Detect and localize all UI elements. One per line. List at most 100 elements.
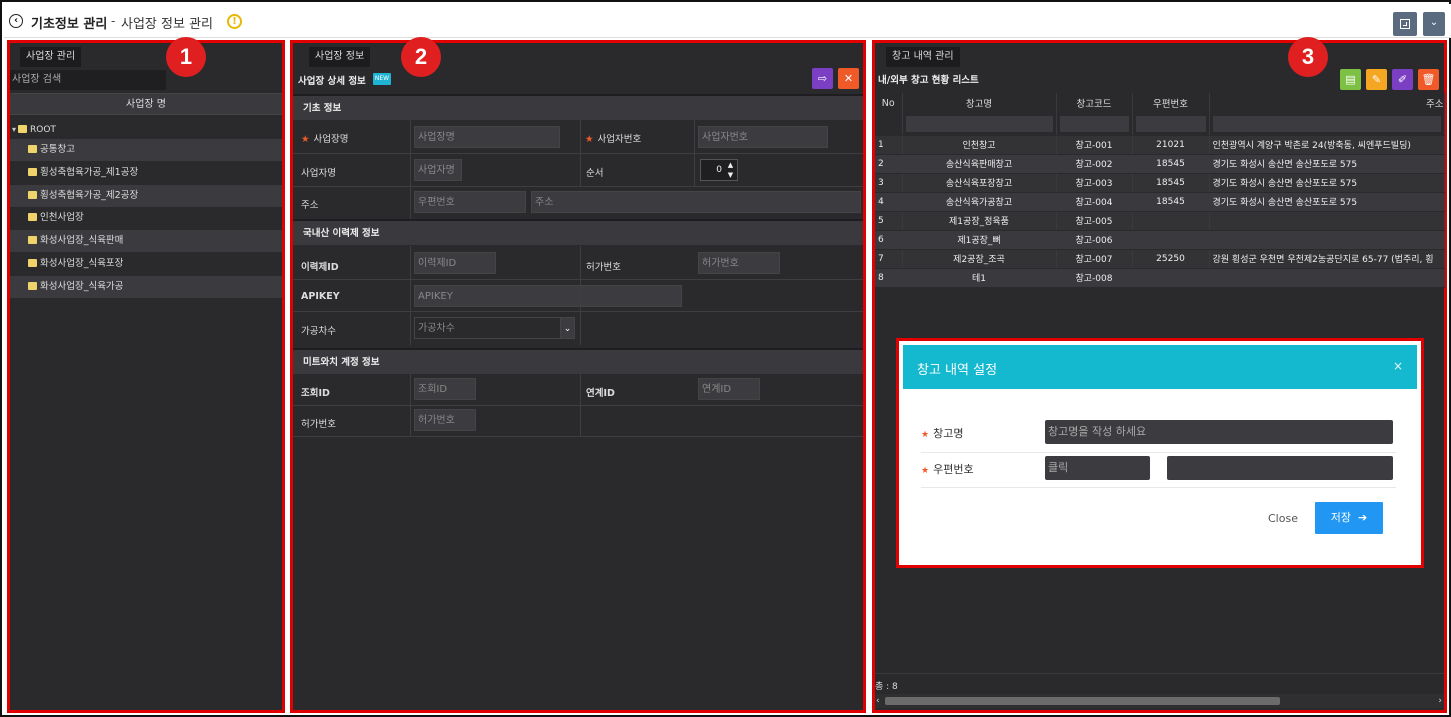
col-header-zip[interactable]: 우편번호 bbox=[1132, 93, 1210, 113]
tree-item[interactable]: 화성사업장_식육판매 bbox=[10, 230, 282, 252]
query-id-input[interactable]: 조회ID bbox=[414, 378, 476, 400]
table-row[interactable]: 2 송산식육판매창고 창고-002 18545 경기도 화성시 송산면 송산포도로 57… bbox=[875, 154, 1445, 174]
col-header-address[interactable]: 주소 bbox=[1209, 93, 1445, 113]
permit-input[interactable]: 허가번호 bbox=[698, 252, 780, 274]
chevron-down-button[interactable]: ⌄ bbox=[1423, 12, 1445, 36]
filter-input[interactable] bbox=[1212, 115, 1441, 132]
delete-button[interactable]: 🗑 bbox=[1418, 69, 1439, 90]
clear-detail-button[interactable]: ✕ bbox=[838, 68, 859, 89]
filter-input[interactable] bbox=[1059, 115, 1129, 132]
trace-id-input[interactable]: 이력제ID bbox=[414, 252, 496, 274]
clear-icon: ✕ bbox=[843, 72, 854, 85]
business-site-search-input[interactable]: 사업장 검색 bbox=[10, 70, 166, 90]
filter-cell bbox=[875, 113, 903, 136]
table-row[interactable]: 1 인천창고 창고-001 21021 인천광역시 계양구 박촌로 24(방축동, 씨엔… bbox=[875, 135, 1445, 155]
row-count: 총 : 8 bbox=[875, 682, 898, 692]
tree-root[interactable]: ▾ ROOT bbox=[12, 123, 56, 137]
processor-label: 가공차수 bbox=[301, 326, 336, 337]
col-header-code[interactable]: 창고코드 bbox=[1056, 93, 1133, 113]
apikey-input[interactable]: APIKEY bbox=[414, 285, 682, 307]
table-row[interactable]: 7 제2공장_조곡 창고-007 25250 강원 횡성군 우천면 우천제2농공단지로 … bbox=[875, 249, 1445, 269]
close-icon[interactable]: × bbox=[1393, 359, 1403, 373]
zip-code-input[interactable]: 클릭 bbox=[1045, 456, 1150, 480]
column-divider bbox=[410, 120, 411, 219]
cell-code: 창고-008 bbox=[1056, 268, 1133, 288]
cell-address bbox=[1209, 211, 1445, 231]
cell-code: 창고-005 bbox=[1056, 211, 1133, 231]
tree-item[interactable]: 인천사업장 bbox=[10, 207, 282, 229]
biz-no-input[interactable]: 사업자번호 bbox=[698, 126, 828, 148]
table-row[interactable]: 6 제1공장_뼈 창고-006 bbox=[875, 230, 1445, 250]
save-detail-button[interactable]: ⇨ bbox=[812, 68, 833, 89]
cell-no: 8 bbox=[875, 268, 903, 288]
section-basic-info: 기초 정보 bbox=[293, 94, 863, 120]
tree-item[interactable]: 공통창고 bbox=[10, 139, 282, 161]
tree-item[interactable]: 횡성축협육가공_제1공장 bbox=[10, 162, 282, 184]
arrow-right-icon: ➔ bbox=[1358, 511, 1368, 524]
spin-up-icon[interactable]: ▲ bbox=[725, 160, 736, 170]
biz-type-input[interactable]: 사업자명 bbox=[414, 159, 462, 181]
tree-item[interactable]: 횡성축협육가공_제2공장 bbox=[10, 185, 282, 207]
folder-icon bbox=[28, 213, 37, 221]
scroll-left-icon[interactable]: ‹ bbox=[876, 694, 880, 708]
folder-icon bbox=[28, 145, 37, 153]
biz-name-input[interactable]: 사업장명 bbox=[414, 126, 560, 148]
address-input[interactable]: 주소 bbox=[531, 191, 861, 213]
tab-business-site-management[interactable]: 사업장 관리 bbox=[20, 47, 82, 67]
layout-grid-button[interactable] bbox=[1393, 12, 1417, 36]
table-row[interactable]: 5 제1공장_정육품 창고-005 bbox=[875, 211, 1445, 231]
filter-cell[interactable] bbox=[1209, 113, 1445, 136]
tree-item[interactable]: 화성사업장_식육포장 bbox=[10, 253, 282, 275]
order-stepper[interactable]: 0 ▲ ▼ bbox=[700, 159, 738, 181]
link-id-input[interactable]: 연계ID bbox=[698, 378, 760, 400]
edit-button[interactable]: ✎ bbox=[1366, 69, 1387, 90]
expand-arrow-icon[interactable]: ▾ bbox=[12, 125, 16, 134]
horizontal-scrollbar[interactable]: ‹ › bbox=[875, 694, 1444, 708]
cell-zip bbox=[1132, 268, 1210, 288]
spin-down-icon[interactable]: ▼ bbox=[725, 170, 736, 180]
back-arrow-icon[interactable]: ‹ bbox=[9, 14, 23, 28]
table-row[interactable]: 4 송산식육가공창고 창고-004 18545 경기도 화성시 송산면 송산포도로 57… bbox=[875, 192, 1445, 212]
cell-address: 경기도 화성시 송산면 송산포도로 575 bbox=[1209, 154, 1445, 174]
permit2-input[interactable]: 허가번호 bbox=[414, 409, 476, 431]
col-header-no[interactable]: No bbox=[875, 93, 903, 113]
chevron-down-icon[interactable]: ⌄ bbox=[560, 317, 575, 339]
excel-icon: ▤ bbox=[1345, 73, 1356, 86]
warning-icon[interactable]: ! bbox=[227, 14, 242, 29]
tab-warehouse-management[interactable]: 창고 내역 관리 bbox=[886, 47, 960, 67]
scrollbar-thumb[interactable] bbox=[885, 697, 1280, 705]
cell-code: 창고-004 bbox=[1056, 192, 1133, 212]
row-divider bbox=[293, 311, 863, 312]
zip-input[interactable]: 우편번호 bbox=[414, 191, 526, 213]
cell-name: 제1공장_뼈 bbox=[902, 230, 1057, 250]
cell-name: 송산식육가공창고 bbox=[902, 192, 1057, 212]
table-row[interactable]: 3 송산식육포장창고 창고-003 18545 경기도 화성시 송산면 송산포도로 57… bbox=[875, 173, 1445, 193]
processor-select[interactable]: 가공차수 bbox=[414, 317, 561, 339]
filter-input[interactable] bbox=[905, 115, 1053, 132]
dialog-close-button[interactable]: Close bbox=[1268, 512, 1298, 525]
tree-item[interactable]: 화성사업장_식육가공 bbox=[10, 276, 282, 298]
excel-export-button[interactable]: ▤ bbox=[1340, 69, 1361, 90]
scroll-right-icon[interactable]: › bbox=[1438, 694, 1442, 708]
tree-item-label: 횡성축협육가공_제2공장 bbox=[40, 190, 139, 201]
tree-item-label: 화성사업장_식육가공 bbox=[40, 281, 124, 292]
biz-name-label: ★ 사업장명 bbox=[301, 131, 349, 145]
modify-button[interactable]: ✐ bbox=[1392, 69, 1413, 90]
filter-input[interactable] bbox=[1135, 115, 1206, 132]
row-divider bbox=[293, 186, 863, 187]
address-display-input[interactable] bbox=[1167, 456, 1393, 480]
table-row[interactable]: 8 테1 창고-008 bbox=[875, 268, 1445, 288]
col-header-name[interactable]: 창고명 bbox=[902, 93, 1057, 113]
filter-cell[interactable] bbox=[1132, 113, 1210, 136]
cell-name: 제2공장_조곡 bbox=[902, 249, 1057, 269]
biz-no-label-text: 사업자번호 bbox=[597, 134, 642, 145]
tab-business-site-info[interactable]: 사업장 정보 bbox=[309, 47, 371, 67]
dialog-header: 창고 내역 설정 × bbox=[903, 345, 1417, 389]
dialog-save-button[interactable]: 저장 ➔ bbox=[1315, 502, 1383, 534]
filter-cell[interactable] bbox=[1056, 113, 1133, 136]
warehouse-name-input[interactable]: 창고명을 작성 하세요 bbox=[1045, 420, 1393, 444]
business-site-panel: 사업장 관리 1 사업장 검색 사업장 명 ▾ ROOT 공통창고 횡성축협육가공… bbox=[7, 37, 285, 713]
folder-icon bbox=[18, 125, 28, 133]
warehouse-name-label: ★ 창고명 bbox=[921, 425, 963, 441]
filter-cell[interactable] bbox=[902, 113, 1057, 136]
